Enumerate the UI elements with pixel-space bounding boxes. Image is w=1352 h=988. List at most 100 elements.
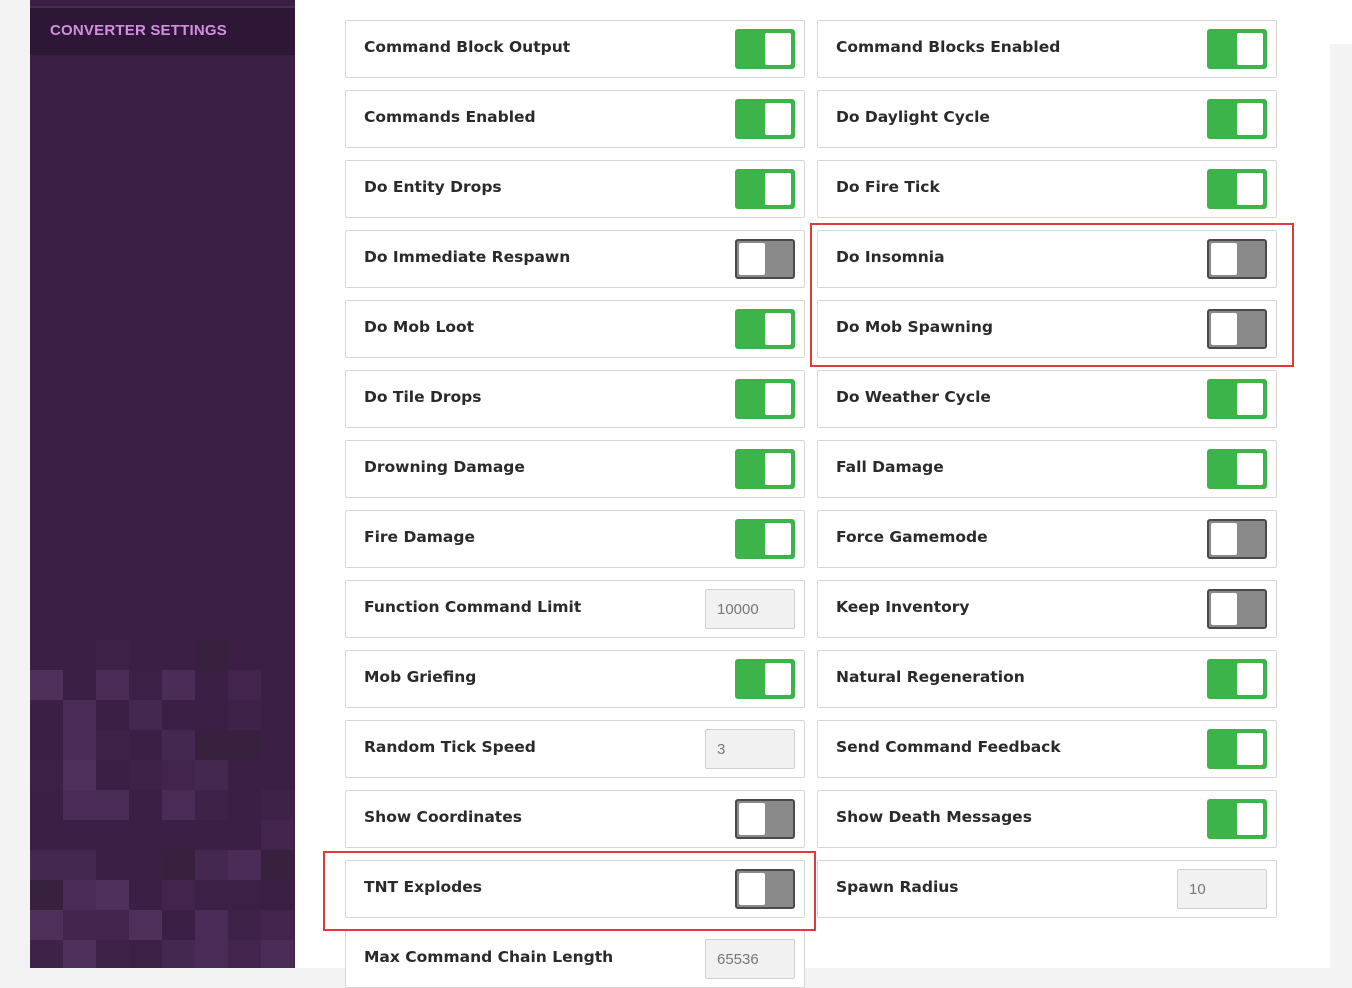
do-immediate-respawn-toggle[interactable] (735, 239, 795, 279)
toggle-knob (765, 33, 791, 65)
sidebar-title: CONVERTER SETTINGS (50, 22, 227, 39)
setting-label: Fall Damage (836, 458, 944, 476)
show-death-messages-toggle[interactable] (1207, 799, 1267, 839)
random-tick-speed-input[interactable] (705, 729, 795, 769)
sidebar-pixel (96, 730, 129, 760)
do-entity-drops-toggle[interactable] (735, 169, 795, 209)
sidebar-header[interactable]: CONVERTER SETTINGS (30, 6, 295, 55)
toggle-knob (1237, 173, 1263, 205)
sidebar-pixel (129, 670, 162, 700)
mob-griefing-toggle[interactable] (735, 659, 795, 699)
setting-card-do-daylight-cycle: Do Daylight Cycle (817, 90, 1277, 148)
max-command-chain-length-input[interactable] (705, 939, 795, 979)
toggle-knob (1211, 523, 1237, 555)
fall-damage-toggle[interactable] (1207, 449, 1267, 489)
sidebar-pixel (96, 790, 129, 820)
drowning-damage-toggle[interactable] (735, 449, 795, 489)
setting-card-do-immediate-respawn: Do Immediate Respawn (345, 230, 805, 288)
setting-label: Do Tile Drops (364, 388, 482, 406)
sidebar-pixel (96, 640, 129, 670)
settings-panel: Command Block Output Command Blocks Enabl… (295, 0, 1330, 988)
command-blocks-enabled-toggle[interactable] (1207, 29, 1267, 69)
toggle-knob (1237, 383, 1263, 415)
toggle-knob (765, 173, 791, 205)
sidebar-pixel (195, 940, 228, 968)
show-coordinates-toggle[interactable] (735, 799, 795, 839)
setting-label: Force Gamemode (836, 528, 988, 546)
setting-card-tnt-explodes: TNT Explodes (345, 860, 805, 918)
toggle-knob (765, 453, 791, 485)
function-command-limit-input[interactable] (705, 589, 795, 629)
sidebar-pixel (63, 850, 96, 880)
setting-card-do-mob-spawning: Do Mob Spawning (817, 300, 1277, 358)
toggle-knob (739, 243, 765, 275)
do-fire-tick-toggle[interactable] (1207, 169, 1267, 209)
do-insomnia-toggle[interactable] (1207, 239, 1267, 279)
setting-label: Fire Damage (364, 528, 475, 546)
setting-card-do-weather-cycle: Do Weather Cycle (817, 370, 1277, 428)
sidebar-pixel (162, 880, 195, 910)
setting-card-command-block-output: Command Block Output (345, 20, 805, 78)
natural-regeneration-toggle[interactable] (1207, 659, 1267, 699)
fire-damage-toggle[interactable] (735, 519, 795, 559)
setting-label: Commands Enabled (364, 108, 536, 126)
toggle-knob (765, 313, 791, 345)
sidebar-pixel (30, 910, 63, 940)
sidebar-pixel (261, 940, 294, 968)
setting-label: Do Entity Drops (364, 178, 502, 196)
sidebar-pixel (63, 700, 96, 730)
setting-card-random-tick-speed: Random Tick Speed (345, 720, 805, 778)
setting-card-show-coordinates: Show Coordinates (345, 790, 805, 848)
setting-card-keep-inventory: Keep Inventory (817, 580, 1277, 638)
sidebar-pixel (195, 850, 228, 880)
sidebar-pixel (228, 850, 261, 880)
sidebar-pixel (63, 760, 96, 790)
sidebar-pixel (228, 730, 261, 760)
send-command-feedback-toggle[interactable] (1207, 729, 1267, 769)
sidebar-pixel (261, 910, 294, 940)
do-mob-spawning-toggle[interactable] (1207, 309, 1267, 349)
setting-card-send-command-feedback: Send Command Feedback (817, 720, 1277, 778)
commands-enabled-toggle[interactable] (735, 99, 795, 139)
command-block-output-toggle[interactable] (735, 29, 795, 69)
sidebar-pixel (96, 940, 129, 968)
sidebar-pixel (162, 850, 195, 880)
sidebar-pixel (129, 940, 162, 968)
setting-label: Max Command Chain Length (364, 948, 614, 966)
sidebar-pixel (63, 730, 96, 760)
setting-card-commands-enabled: Commands Enabled (345, 90, 805, 148)
sidebar: CONVERTER SETTINGS (30, 0, 295, 968)
sidebar-pixel (63, 790, 96, 820)
tnt-explodes-toggle[interactable] (735, 869, 795, 909)
do-mob-loot-toggle[interactable] (735, 309, 795, 349)
sidebar-pixel (96, 670, 129, 700)
sidebar-pixel (195, 880, 228, 910)
toggle-knob (1211, 313, 1237, 345)
setting-label: Show Coordinates (364, 808, 522, 826)
setting-label: Natural Regeneration (836, 668, 1025, 686)
setting-label: TNT Explodes (364, 878, 482, 896)
setting-label: Show Death Messages (836, 808, 1032, 826)
setting-label: Send Command Feedback (836, 738, 1061, 756)
sidebar-pixel (195, 790, 228, 820)
force-gamemode-toggle[interactable] (1207, 519, 1267, 559)
setting-label: Keep Inventory (836, 598, 970, 616)
toggle-knob (739, 803, 765, 835)
setting-card-fire-damage: Fire Damage (345, 510, 805, 568)
do-tile-drops-toggle[interactable] (735, 379, 795, 419)
sidebar-pixel (162, 760, 195, 790)
spawn-radius-input[interactable] (1177, 869, 1267, 909)
sidebar-pixel (129, 760, 162, 790)
keep-inventory-toggle[interactable] (1207, 589, 1267, 629)
sidebar-pixel (195, 730, 228, 760)
setting-card-show-death-messages: Show Death Messages (817, 790, 1277, 848)
toggle-knob (765, 383, 791, 415)
sidebar-pixel (195, 640, 228, 670)
toggle-knob (1237, 453, 1263, 485)
sidebar-pixel (261, 790, 294, 820)
sidebar-pixel (162, 790, 195, 820)
sidebar-pixel (228, 880, 261, 910)
sidebar-pixel (30, 670, 63, 700)
do-weather-cycle-toggle[interactable] (1207, 379, 1267, 419)
do-daylight-cycle-toggle[interactable] (1207, 99, 1267, 139)
